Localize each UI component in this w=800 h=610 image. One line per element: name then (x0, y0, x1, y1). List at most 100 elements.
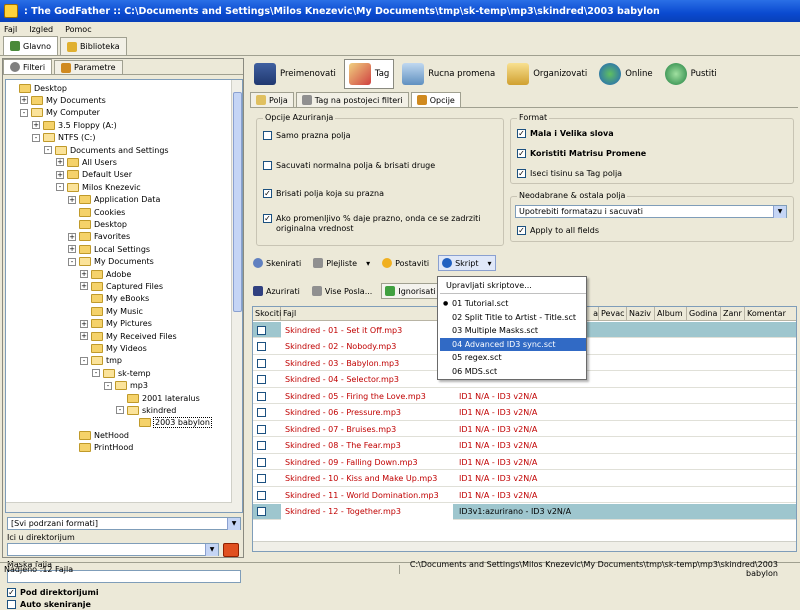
option-matrix[interactable]: ✓ Koristiti Matrisu Promene (517, 149, 646, 159)
tree-node[interactable]: + My Documents (20, 94, 106, 106)
tree-node[interactable]: + Captured Files (80, 280, 163, 292)
folder-tree[interactable]: Desktop + My Documents - My Computer +3.5 Flo… (5, 79, 243, 513)
row-checkbox[interactable] (257, 358, 266, 368)
apply-all-checkbox[interactable]: ✓ Apply to all fields (517, 226, 599, 236)
table-row[interactable]: Skindred - 07 - Bruises.mp3 ID1 N/A - ID3… (253, 421, 796, 437)
column-header[interactable]: Fajl (281, 307, 457, 321)
tree-node[interactable]: My Videos (80, 342, 147, 354)
tree-node[interactable]: - My Computer (20, 107, 100, 119)
tree-node[interactable]: +3.5 Floppy (A:) (32, 119, 117, 131)
organize-button[interactable]: Organizovati (503, 59, 591, 89)
tree-node[interactable]: 2003 babylon (128, 417, 212, 429)
script-menu-item[interactable]: 03 Multiple Masks.sct (440, 324, 586, 337)
option-keep-normal-fields[interactable]: Sacuvati normalna polja & brisati druge (263, 161, 435, 171)
menu-pomoc[interactable]: Pomoc (65, 25, 92, 34)
expand-icon[interactable]: + (56, 170, 64, 179)
tree-node[interactable]: + Application Data (68, 194, 160, 206)
row-checkbox[interactable] (257, 457, 266, 467)
column-header[interactable]: Godina (687, 307, 721, 321)
row-checkbox[interactable] (257, 424, 266, 434)
chevron-down-icon[interactable]: ▾ (488, 259, 492, 268)
tag-button[interactable]: Tag (343, 59, 395, 89)
tree-node[interactable]: + My Pictures (80, 318, 152, 330)
autoscan-checkbox[interactable]: Auto skeniranje (7, 600, 91, 610)
collapse-icon[interactable]: - (80, 356, 88, 365)
collapse-icon[interactable]: - (92, 369, 100, 378)
table-row[interactable]: Skindred - 09 - Falling Down.mp3 ID1 N/A … (253, 454, 796, 470)
row-checkbox[interactable] (257, 441, 266, 450)
tree-node[interactable]: - mp3 (104, 380, 148, 392)
tab-parametre[interactable]: Parametre (54, 60, 123, 74)
tab-glavno[interactable]: Glavno (3, 36, 59, 55)
playlists-button[interactable]: Plejliste ▾ (310, 255, 373, 271)
subdirs-checkbox[interactable]: ✓ Pod direktorijumi (7, 588, 99, 598)
row-checkbox-cell[interactable] (257, 487, 277, 503)
row-checkbox-cell[interactable] (257, 421, 277, 437)
script-menu-item[interactable]: 05 regex.sct (440, 351, 586, 364)
tree-node[interactable]: NetHood (68, 429, 129, 441)
expand-icon[interactable]: + (80, 282, 88, 291)
expand-icon[interactable]: + (68, 195, 76, 204)
manual-edit-button[interactable]: Rucna promena (398, 59, 499, 89)
tree-horizontal-scrollbar[interactable] (6, 502, 232, 512)
dir-input[interactable]: ▼ (7, 543, 219, 556)
row-checkbox-cell[interactable] (257, 355, 277, 371)
tree-node[interactable]: + My Received Files (80, 330, 177, 342)
expand-icon[interactable]: + (32, 121, 40, 130)
tree-node[interactable]: - tmp (80, 355, 122, 367)
tree-node[interactable]: - Milos Knezevic (56, 181, 141, 193)
tree-node[interactable]: PrintHood (68, 442, 133, 454)
row-checkbox[interactable] (257, 325, 266, 335)
table-row[interactable]: Skindred - 08 - The Fear.mp3 ID1 N/A - ID… (253, 438, 796, 454)
tree-node[interactable]: + Adobe (80, 268, 131, 280)
column-header[interactable]: Skociti (253, 307, 281, 321)
tree-node[interactable]: - skindred (116, 404, 176, 416)
menu-fajl[interactable]: Fajl (4, 25, 17, 34)
table-row[interactable]: Skindred - 06 - Pressure.mp3 ID1 N/A - ID… (253, 405, 796, 421)
chevron-down-icon[interactable]: ▼ (227, 518, 240, 530)
table-row[interactable]: Skindred - 05 - Firing the Love.mp3 ID1 N… (253, 388, 796, 404)
option-delete-empty[interactable]: ✓ Brisati polja koja su prazna (263, 189, 384, 199)
row-checkbox-cell[interactable] (257, 504, 277, 520)
row-checkbox[interactable] (257, 474, 266, 483)
script-menu-item[interactable]: 04 Advanced ID3 sync.sct (440, 337, 586, 351)
online-button[interactable]: Online (595, 59, 656, 89)
tab-biblioteka[interactable]: Biblioteka (60, 37, 127, 55)
expand-icon[interactable]: + (80, 319, 88, 328)
collapse-icon[interactable]: - (116, 406, 124, 415)
row-checkbox[interactable] (257, 375, 266, 384)
tab-opcije[interactable]: Opcije (410, 92, 461, 107)
rename-button[interactable]: Preimenovati (250, 59, 340, 89)
expand-icon[interactable]: + (80, 270, 88, 278)
tree-node[interactable]: Desktop (68, 218, 127, 230)
row-checkbox-cell[interactable] (257, 339, 277, 355)
row-checkbox-cell[interactable] (257, 471, 277, 487)
column-header[interactable]: Naziv (627, 307, 655, 321)
expand-icon[interactable]: + (68, 245, 76, 254)
chevron-down-icon[interactable]: ▼ (773, 206, 786, 218)
expand-icon[interactable]: + (20, 96, 28, 105)
table-row[interactable]: Skindred - 11 - World Domination.mp3 ID1 … (253, 487, 796, 503)
column-header[interactable]: Pevac (599, 307, 627, 321)
browse-folder-button[interactable] (223, 543, 239, 557)
collapse-icon[interactable]: - (44, 146, 52, 154)
settings-button[interactable]: Postaviti (379, 255, 432, 271)
tree-vertical-scrollbar[interactable] (231, 80, 242, 512)
script-menu-item[interactable]: 06 MDS.sct (440, 365, 586, 378)
script-menu-item[interactable]: 02 Split Title to Artist - Title.sct (440, 311, 586, 324)
tree-node[interactable]: + Favorites (68, 231, 130, 243)
tab-filteri[interactable]: Filteri (3, 59, 53, 74)
expand-icon[interactable]: + (68, 232, 76, 241)
tree-node[interactable]: - sk-temp (92, 367, 151, 379)
row-checkbox-cell[interactable] (257, 454, 277, 470)
tree-node[interactable]: 2001 lateralus (116, 392, 200, 404)
row-checkbox[interactable] (257, 342, 266, 351)
collapse-icon[interactable]: - (68, 257, 76, 266)
row-checkbox[interactable] (257, 408, 266, 417)
scan-button[interactable]: Skenirati (250, 255, 304, 271)
expand-icon[interactable]: + (80, 332, 88, 340)
table-horizontal-scrollbar[interactable] (253, 541, 796, 551)
scroll-thumb[interactable] (233, 92, 242, 312)
play-button[interactable]: Pustiti (661, 59, 721, 89)
option-trim[interactable]: ✓ Iseci tisinu sa Tag polja (517, 169, 622, 179)
